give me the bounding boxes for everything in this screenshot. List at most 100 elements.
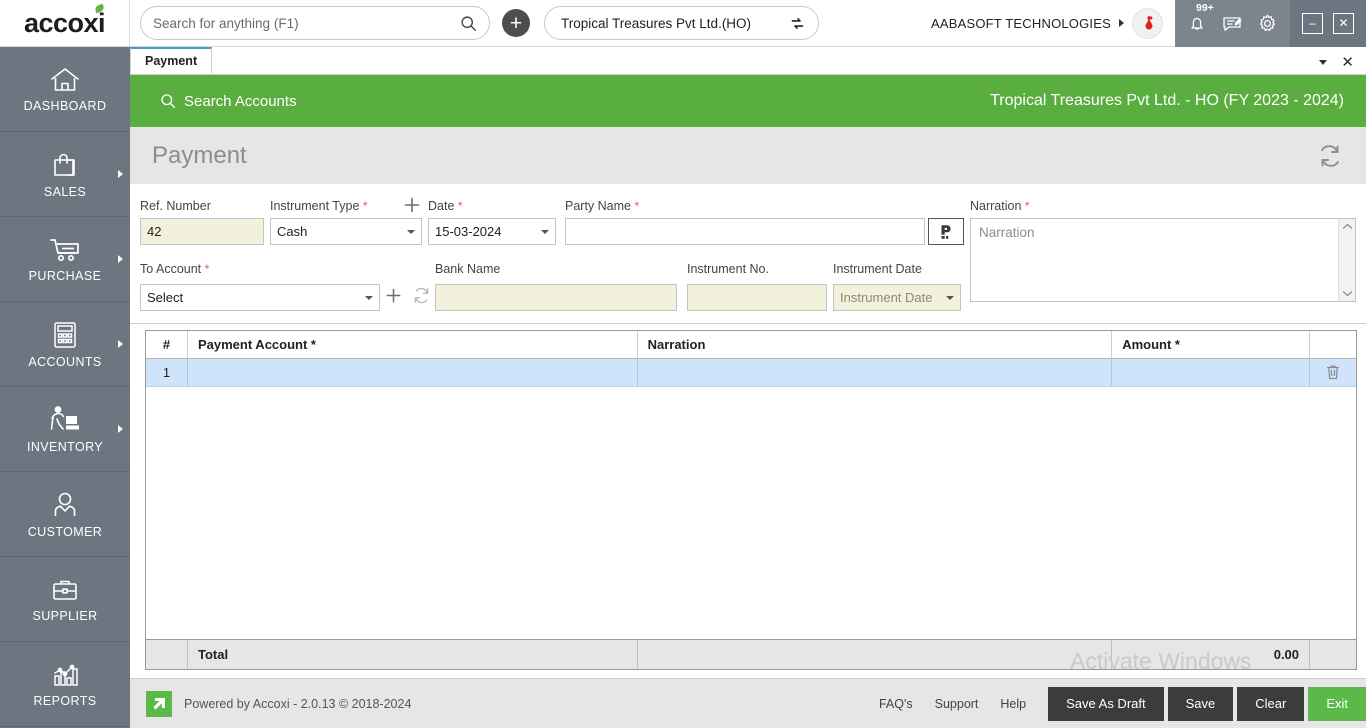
add-new-button[interactable]: + [502, 9, 530, 37]
top-bar: accoxi + Tropical Treasures Pvt Ltd.(HO) [0, 0, 1366, 47]
minimize-icon[interactable]: – [1302, 13, 1323, 34]
to-account-label: To Account * [140, 262, 209, 276]
chevron-right-icon [1119, 19, 1124, 27]
add-to-account-button[interactable] [384, 286, 403, 305]
date-picker[interactable]: 15-03-2024 [428, 218, 556, 245]
required-asterisk: * [205, 262, 210, 276]
add-instrument-type-button[interactable] [402, 195, 422, 215]
calculator-icon [51, 320, 79, 350]
sidebar-item-accounts[interactable]: ACCOUNTS [0, 302, 130, 387]
green-header-bar: Search Accounts Tropical Treasures Pvt L… [130, 75, 1366, 127]
instrument-type-select[interactable]: Cash [270, 218, 422, 245]
exit-button[interactable]: Exit [1308, 687, 1366, 721]
tab-payment[interactable]: Payment [130, 47, 212, 74]
bar-chart-icon [50, 661, 80, 689]
scroll-up-icon[interactable] [1342, 222, 1353, 231]
row-narration[interactable] [638, 359, 1113, 386]
company-name: Tropical Treasures Pvt Ltd.(HO) [561, 16, 751, 31]
clear-button[interactable]: Clear [1237, 687, 1304, 721]
accoxi-logo[interactable]: accoxi [0, 0, 130, 47]
save-as-draft-button[interactable]: Save As Draft [1048, 687, 1163, 721]
date-label: Date * [428, 199, 463, 213]
sidebar-item-label: CUSTOMER [28, 525, 103, 539]
refresh-icon [1316, 142, 1344, 170]
page-title-bar: Payment [130, 127, 1366, 184]
sidebar-item-label: REPORTS [34, 694, 97, 708]
footer-link-help[interactable]: Help [1000, 697, 1026, 711]
avatar[interactable] [1132, 8, 1163, 39]
sidebar-item-sales[interactable]: SALES [0, 132, 130, 217]
company-financial-year: Tropical Treasures Pvt Ltd. - HO (FY 202… [990, 92, 1344, 110]
required-asterisk: * [458, 199, 463, 213]
home-icon [49, 66, 81, 94]
shopping-bag-icon [50, 150, 80, 180]
sidebar-item-reports[interactable]: REPORTS [0, 642, 130, 727]
sidebar-item-label: SALES [44, 185, 86, 199]
sidebar-item-label: PURCHASE [29, 269, 102, 283]
narration-label: Narration * [970, 199, 1030, 213]
search-accounts-button[interactable]: Search Accounts [160, 93, 297, 110]
bank-name-input[interactable] [435, 284, 677, 311]
party-name-input[interactable] [565, 218, 925, 245]
total-action-cell [1310, 640, 1356, 669]
settings-button[interactable] [1257, 13, 1278, 34]
refresh-to-account-button[interactable] [412, 286, 431, 305]
instrument-date-picker[interactable]: Instrument Date [833, 284, 961, 311]
row-delete-button[interactable] [1310, 359, 1356, 386]
footer-link-support[interactable]: Support [935, 697, 979, 711]
sidebar-item-purchase[interactable]: PURCHASE [0, 217, 130, 302]
instrument-no-input[interactable] [687, 284, 827, 311]
instrument-date-value: Instrument Date [840, 290, 933, 305]
footer-link-faqs[interactable]: FAQ's [879, 697, 913, 711]
sidebar-item-customer[interactable]: CUSTOMER [0, 472, 130, 557]
refresh-page-button[interactable] [1316, 142, 1344, 170]
save-button[interactable]: Save [1168, 687, 1234, 721]
sidebar-item-inventory[interactable]: INVENTORY [0, 387, 130, 472]
logo-text: accox [24, 8, 98, 39]
label-text: Bank Name [435, 262, 500, 276]
chevron-down-icon [541, 230, 549, 234]
chevron-down-icon[interactable] [1319, 60, 1327, 65]
instrument-no-label: Instrument No. [687, 262, 769, 276]
user-menu[interactable]: AABASOFT TECHNOLOGIES [931, 0, 1175, 47]
narration-textarea[interactable] [971, 219, 1338, 301]
notifications-button[interactable]: 99+ [1187, 13, 1207, 34]
ref-number-input[interactable] [140, 218, 264, 245]
shopping-cart-icon [48, 236, 82, 264]
sidebar-item-label: SUPPLIER [32, 609, 97, 623]
search-accounts-label: Search Accounts [184, 93, 297, 110]
party-lookup-icon[interactable] [928, 218, 964, 245]
tab-strip: Payment ✕ [130, 47, 1366, 75]
sidebar-item-label: INVENTORY [27, 440, 103, 454]
narration-field[interactable] [970, 218, 1356, 302]
top-bar-right: AABASOFT TECHNOLOGIES 99+ [931, 0, 1366, 47]
to-account-select[interactable]: Select [140, 284, 380, 311]
instrument-date-label: Instrument Date [833, 262, 922, 276]
close-icon[interactable]: ✕ [1341, 55, 1354, 70]
scroll-down-icon[interactable] [1342, 289, 1353, 298]
label-text: Narration [970, 199, 1021, 213]
global-search[interactable] [140, 6, 490, 40]
sidebar: DASHBOARD SALES [0, 47, 130, 728]
sidebar-item-dashboard[interactable]: DASHBOARD [0, 47, 130, 132]
row-payment-account[interactable] [188, 359, 638, 386]
ref-number-label: Ref. Number [140, 199, 211, 213]
narration-scrollbar[interactable] [1338, 219, 1355, 301]
table-row[interactable]: 1 [146, 359, 1356, 387]
sidebar-item-supplier[interactable]: SUPPLIER [0, 557, 130, 642]
switch-company-icon[interactable] [789, 15, 806, 32]
grid-total-row: Total 0.00 [145, 640, 1357, 670]
party-name-label: Party Name * [565, 199, 639, 213]
row-amount[interactable] [1112, 359, 1310, 386]
total-amount: 0.00 [1112, 640, 1310, 669]
search-input[interactable] [153, 16, 460, 31]
payment-form: Ref. Number Instrument Type * Cash Date … [130, 184, 1366, 324]
company-selector[interactable]: Tropical Treasures Pvt Ltd.(HO) [544, 6, 819, 40]
column-header-amount: Amount * [1112, 331, 1310, 358]
messages-button[interactable] [1221, 13, 1243, 33]
column-header-narration: Narration [638, 331, 1113, 358]
chevron-down-icon [946, 296, 954, 300]
close-icon[interactable]: ✕ [1333, 13, 1354, 34]
trash-icon [1325, 364, 1341, 381]
notification-badge: 99+ [1196, 2, 1214, 14]
